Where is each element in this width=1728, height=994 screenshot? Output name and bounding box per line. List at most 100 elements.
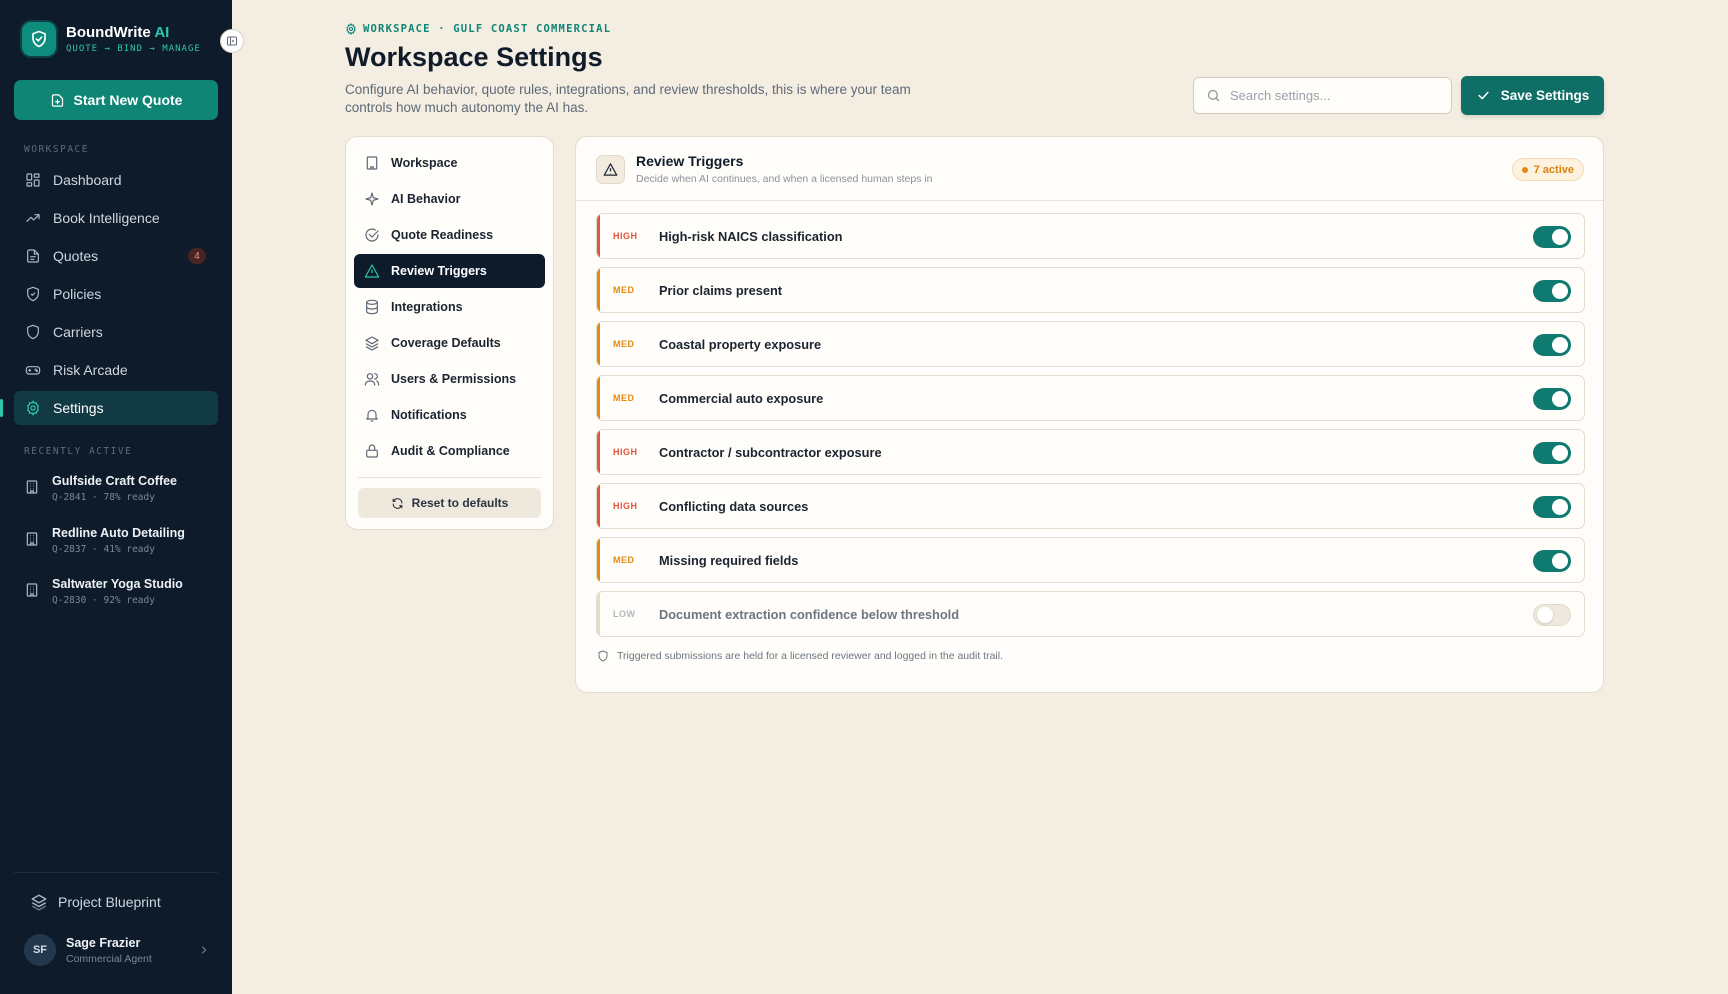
settings-nav-quote-readiness[interactable]: Quote Readiness bbox=[354, 218, 545, 252]
trigger-label: High-risk NAICS classification bbox=[659, 228, 843, 244]
active-count-badge: 7 active bbox=[1511, 158, 1584, 181]
settings-nav-ai-behavior[interactable]: AI Behavior bbox=[354, 182, 545, 216]
settings-nav-audit-compliance[interactable]: Audit & Compliance bbox=[354, 434, 545, 468]
start-new-quote-button[interactable]: Start New Quote bbox=[14, 80, 218, 120]
trigger-row: HIGH Conflicting data sources bbox=[596, 483, 1585, 529]
trigger-toggle[interactable] bbox=[1533, 280, 1571, 302]
recent-item-meta: Q-2841 · 78% ready bbox=[52, 492, 155, 503]
sidebar-item-risk-arcade[interactable]: Risk Arcade bbox=[14, 353, 218, 387]
trigger-toggle[interactable] bbox=[1533, 388, 1571, 410]
breadcrumb-text: WORKSPACE · GULF COAST COMMERCIAL bbox=[363, 23, 612, 35]
settings-nav-integrations[interactable]: Integrations bbox=[354, 290, 545, 324]
active-count-label: 7 active bbox=[1533, 163, 1574, 176]
trigger-list: HIGH High-risk NAICS classification MED … bbox=[596, 213, 1585, 645]
sidebar-item-carriers[interactable]: Carriers bbox=[14, 315, 218, 349]
layers-icon bbox=[365, 336, 379, 351]
layers-icon bbox=[31, 894, 47, 911]
settings-nav-label: Workspace bbox=[391, 156, 458, 170]
recent-item[interactable]: Redline Auto Detailing Q-2837 · 41% read… bbox=[24, 526, 224, 555]
settings-nav-users-permissions[interactable]: Users & Permissions bbox=[354, 362, 545, 396]
database-icon bbox=[366, 299, 378, 315]
warning-icon bbox=[596, 155, 625, 184]
severity-badge: MED bbox=[613, 339, 635, 349]
brand-name: BoundWrite AI bbox=[66, 24, 170, 41]
quotes-count-badge: 4 bbox=[188, 248, 206, 264]
save-settings-button[interactable]: Save Settings bbox=[1461, 76, 1604, 115]
project-blueprint-link[interactable]: Project Blueprint bbox=[30, 893, 161, 911]
toggle-knob bbox=[1552, 553, 1568, 569]
collapse-sidebar-button[interactable] bbox=[220, 29, 244, 53]
check-icon bbox=[1478, 91, 1489, 100]
settings-nav-review-triggers[interactable]: Review Triggers bbox=[354, 254, 545, 288]
settings-nav-label: Audit & Compliance bbox=[391, 444, 510, 458]
toggle-knob bbox=[1552, 229, 1568, 245]
review-triggers-footnote: Triggered submissions are held for a lic… bbox=[597, 650, 1003, 662]
reset-defaults-label: Reset to defaults bbox=[411, 496, 509, 510]
avatar: SF bbox=[24, 934, 56, 966]
sidebar-toggle-icon bbox=[227, 36, 237, 46]
recent-item-meta: Q-2837 · 41% ready bbox=[52, 544, 155, 555]
settings-nav-notifications[interactable]: Notifications bbox=[354, 398, 545, 432]
brand[interactable]: BoundWrite AI QUOTE → BIND → MANAGE bbox=[22, 22, 201, 56]
recent-item-meta: Q-2830 · 92% ready bbox=[52, 595, 155, 606]
sidebar-item-label: Risk Arcade bbox=[53, 362, 128, 378]
users-icon bbox=[364, 373, 380, 386]
trigger-toggle[interactable] bbox=[1533, 334, 1571, 356]
severity-badge: HIGH bbox=[613, 231, 638, 241]
review-triggers-card: Review Triggers Decide when AI continues… bbox=[575, 136, 1604, 693]
trigger-row: LOW Document extraction confidence below… bbox=[596, 591, 1585, 637]
severity-badge: LOW bbox=[613, 609, 636, 619]
sidebar-item-settings[interactable]: Settings bbox=[0, 391, 218, 425]
sidebar-item-book-intelligence[interactable]: Book Intelligence bbox=[14, 201, 218, 235]
breadcrumb: WORKSPACE · GULF COAST COMMERCIAL bbox=[345, 23, 611, 35]
settings-nav-coverage-defaults[interactable]: Coverage Defaults bbox=[354, 326, 545, 360]
reset-defaults-button[interactable]: Reset to defaults bbox=[358, 488, 541, 518]
user-profile[interactable]: SF Sage Frazier Commercial Agent bbox=[24, 934, 210, 966]
brand-tagline: QUOTE → BIND → MANAGE bbox=[66, 44, 201, 54]
bell-icon bbox=[366, 409, 378, 422]
settings-nav-label: Review Triggers bbox=[391, 264, 487, 278]
toggle-knob bbox=[1552, 283, 1568, 299]
trigger-label: Coastal property exposure bbox=[659, 336, 822, 352]
severity-badge: HIGH bbox=[613, 501, 638, 511]
lock-icon bbox=[366, 444, 378, 458]
building-icon bbox=[366, 156, 378, 170]
sidebar-item-label: Book Intelligence bbox=[53, 210, 160, 226]
trigger-label: Contractor / subcontractor exposure bbox=[659, 444, 882, 460]
recent-item[interactable]: Gulfside Craft Coffee Q-2841 · 78% ready bbox=[24, 474, 224, 503]
trigger-label: Missing required fields bbox=[659, 552, 799, 568]
settings-nav-label: AI Behavior bbox=[391, 192, 461, 206]
sidebar-item-policies[interactable]: Policies bbox=[14, 277, 218, 311]
sidebar-item-dashboard[interactable]: Dashboard bbox=[14, 163, 218, 197]
recent-item-name: Saltwater Yoga Studio bbox=[52, 577, 183, 591]
building-icon bbox=[26, 532, 38, 546]
recent-item[interactable]: Saltwater Yoga Studio Q-2830 · 92% ready bbox=[24, 577, 224, 606]
sidebar: BoundWrite AI QUOTE → BIND → MANAGE Star… bbox=[0, 0, 232, 994]
trigger-toggle[interactable] bbox=[1533, 550, 1571, 572]
trigger-toggle[interactable] bbox=[1533, 226, 1571, 248]
trigger-row: MED Coastal property exposure bbox=[596, 321, 1585, 367]
search-box[interactable] bbox=[1193, 77, 1452, 114]
settings-nav-label: Users & Permissions bbox=[391, 372, 517, 386]
brand-shield-icon bbox=[22, 22, 56, 56]
sidebar-item-label: Quotes bbox=[53, 248, 99, 264]
trigger-toggle[interactable] bbox=[1533, 496, 1571, 518]
section-label-workspace: WORKSPACE bbox=[24, 144, 89, 155]
trend-icon bbox=[26, 214, 40, 222]
trigger-toggle[interactable] bbox=[1533, 442, 1571, 464]
check-circle-icon bbox=[365, 228, 379, 242]
search-icon bbox=[1207, 89, 1220, 102]
shield-icon bbox=[598, 650, 608, 662]
settings-nav-label: Integrations bbox=[391, 300, 463, 314]
trigger-row: HIGH High-risk NAICS classification bbox=[596, 213, 1585, 259]
settings-nav-workspace[interactable]: Workspace bbox=[354, 146, 545, 180]
refresh-icon bbox=[392, 497, 403, 509]
search-input[interactable] bbox=[1230, 88, 1430, 103]
warning-icon bbox=[364, 264, 380, 278]
trigger-label: Conflicting data sources bbox=[659, 498, 809, 514]
sidebar-item-label: Dashboard bbox=[53, 172, 122, 188]
severity-badge: HIGH bbox=[613, 447, 638, 457]
trigger-toggle[interactable] bbox=[1533, 604, 1571, 626]
sidebar-item-quotes[interactable]: Quotes 4 bbox=[14, 239, 218, 273]
toggle-knob bbox=[1552, 391, 1568, 407]
